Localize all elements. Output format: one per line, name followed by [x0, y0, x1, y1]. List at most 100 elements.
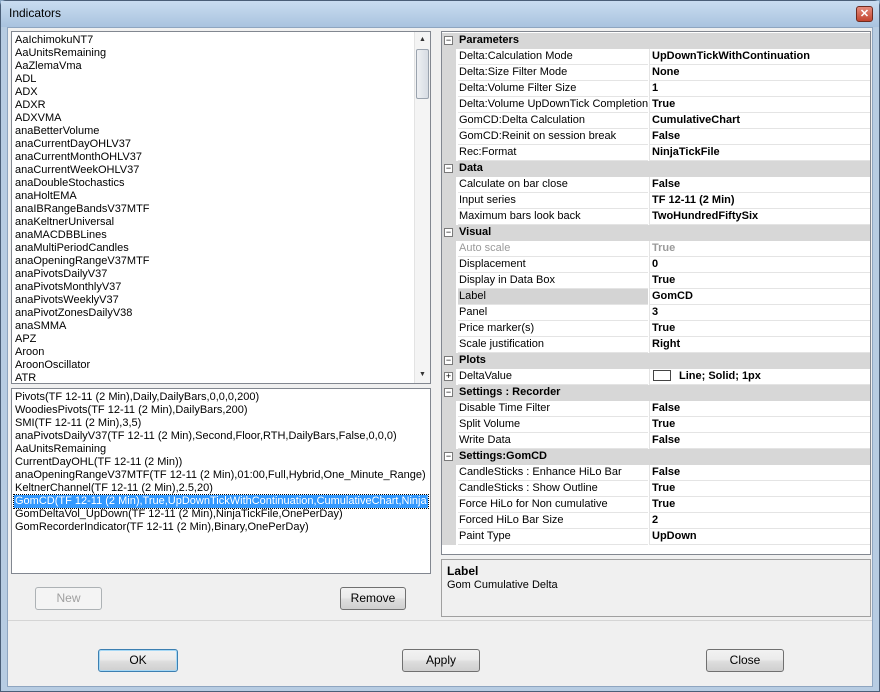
- applied-indicator-item[interactable]: GomRecorderIndicator(TF 12-11 (2 Min),Bi…: [14, 521, 428, 534]
- indicator-list-item[interactable]: AaZlemaVma: [15, 60, 415, 73]
- property-value[interactable]: TF 12-11 (2 Min): [649, 193, 870, 209]
- indicator-list-item[interactable]: AaIchimokuNT7: [15, 34, 415, 47]
- indicator-list-item[interactable]: anaSMMA: [15, 320, 415, 333]
- property-row[interactable]: Write Data False: [442, 433, 870, 449]
- indicator-list-item[interactable]: anaPivotZonesDailyV38: [15, 307, 415, 320]
- property-value[interactable]: GomCD: [649, 289, 870, 305]
- title-bar[interactable]: Indicators ✕: [1, 1, 879, 27]
- property-row[interactable]: Maximum bars look back TwoHundredFiftySix: [442, 209, 870, 225]
- property-value[interactable]: 1: [649, 81, 870, 97]
- applied-indicator-item[interactable]: CurrentDayOHL(TF 12-11 (2 Min)): [14, 456, 428, 469]
- property-value[interactable]: 3: [649, 305, 870, 321]
- property-row[interactable]: Disable Time Filter False: [442, 401, 870, 417]
- property-row[interactable]: Panel 3: [442, 305, 870, 321]
- applied-indicators-list[interactable]: Pivots(TF 12-11 (2 Min),Daily,DailyBars,…: [11, 388, 431, 574]
- property-value[interactable]: True: [649, 497, 870, 513]
- indicator-list-item[interactable]: anaMACDBBLines: [15, 229, 415, 242]
- applied-indicator-item[interactable]: Pivots(TF 12-11 (2 Min),Daily,DailyBars,…: [14, 391, 428, 404]
- property-row[interactable]: Calculate on bar close False: [442, 177, 870, 193]
- applied-indicator-item[interactable]: WoodiesPivots(TF 12-11 (2 Min),DailyBars…: [14, 404, 428, 417]
- indicator-list-item[interactable]: AroonOscillator: [15, 359, 415, 372]
- new-button[interactable]: New: [35, 587, 102, 610]
- applied-indicator-item[interactable]: anaOpeningRangeV37MTF(TF 12-11 (2 Min),0…: [14, 469, 428, 482]
- property-category[interactable]: − Settings : Recorder: [442, 385, 870, 401]
- property-value[interactable]: UpDownTickWithContinuation: [649, 49, 870, 65]
- property-row[interactable]: GomCD:Reinit on session break False: [442, 129, 870, 145]
- indicator-list-item[interactable]: anaBetterVolume: [15, 125, 415, 138]
- property-category[interactable]: − Visual: [442, 225, 870, 241]
- property-row[interactable]: Input series TF 12-11 (2 Min): [442, 193, 870, 209]
- close-button[interactable]: Close: [706, 649, 784, 672]
- indicator-list-item[interactable]: anaPivotsWeeklyV37: [15, 294, 415, 307]
- indicator-list-item[interactable]: AaUnitsRemaining: [15, 47, 415, 60]
- property-row[interactable]: CandleSticks : Show Outline True: [442, 481, 870, 497]
- property-row[interactable]: Delta:Volume UpDownTick Completion True: [442, 97, 870, 113]
- apply-button[interactable]: Apply: [402, 649, 480, 672]
- property-value[interactable]: CumulativeChart: [649, 113, 870, 129]
- indicator-list-item[interactable]: anaHoltEMA: [15, 190, 415, 203]
- property-row[interactable]: Paint Type UpDown: [442, 529, 870, 545]
- available-indicators-list[interactable]: AaIchimokuNT7 AaUnitsRemaining AaZlemaVma A…: [11, 31, 431, 384]
- property-row[interactable]: Label GomCD: [442, 289, 870, 305]
- property-value[interactable]: False: [649, 401, 870, 417]
- indicator-list-item[interactable]: anaPivotsMonthlyV37: [15, 281, 415, 294]
- property-value[interactable]: None: [649, 65, 870, 81]
- indicator-list-item[interactable]: anaCurrentDayOHLV37: [15, 138, 415, 151]
- property-row[interactable]: CandleSticks : Enhance HiLo Bar False: [442, 465, 870, 481]
- property-value[interactable]: Right: [649, 337, 870, 353]
- indicator-list-item[interactable]: anaKeltnerUniversal: [15, 216, 415, 229]
- indicator-list-item[interactable]: ATR: [15, 372, 415, 383]
- property-category[interactable]: − Data: [442, 161, 870, 177]
- property-value[interactable]: True: [649, 241, 870, 257]
- indicator-list-item[interactable]: APZ: [15, 333, 415, 346]
- property-value[interactable]: TwoHundredFiftySix: [649, 209, 870, 225]
- property-row[interactable]: Delta:Volume Filter Size 1: [442, 81, 870, 97]
- property-value[interactable]: True: [649, 97, 870, 113]
- property-value[interactable]: False: [649, 433, 870, 449]
- color-swatch[interactable]: [653, 370, 671, 381]
- property-row[interactable]: Display in Data Box True: [442, 273, 870, 289]
- applied-indicator-item[interactable]: AaUnitsRemaining: [14, 443, 428, 456]
- indicator-list-item[interactable]: anaMultiPeriodCandles: [15, 242, 415, 255]
- property-row[interactable]: Split Volume True: [442, 417, 870, 433]
- applied-indicator-item[interactable]: anaPivotsDailyV37(TF 12-11 (2 Min),Secon…: [14, 430, 428, 443]
- property-value[interactable]: True: [649, 481, 870, 497]
- indicator-list-item[interactable]: ADL: [15, 73, 415, 86]
- indicator-list-item[interactable]: anaPivotsDailyV37: [15, 268, 415, 281]
- indicator-list-scrollbar[interactable]: ▲ ▼: [414, 32, 430, 383]
- indicator-list-item[interactable]: anaOpeningRangeV37MTF: [15, 255, 415, 268]
- scroll-down-arrow-icon[interactable]: ▼: [415, 367, 430, 383]
- property-value[interactable]: 2: [649, 513, 870, 529]
- collapse-icon[interactable]: −: [444, 228, 453, 237]
- property-row[interactable]: Displacement 0: [442, 257, 870, 273]
- property-value[interactable]: Line; Solid; 1px: [649, 369, 870, 385]
- applied-indicator-item[interactable]: GomCD(TF 12-11 (2 Min),True,UpDownTickWi…: [13, 494, 429, 509]
- property-value[interactable]: NinjaTickFile: [649, 145, 870, 161]
- property-value[interactable]: UpDown: [649, 529, 870, 545]
- remove-button[interactable]: Remove: [340, 587, 406, 610]
- collapse-icon[interactable]: −: [444, 452, 453, 461]
- indicator-list-item[interactable]: anaCurrentWeekOHLV37: [15, 164, 415, 177]
- property-row[interactable]: Auto scale True: [442, 241, 870, 257]
- applied-indicator-item[interactable]: KeltnerChannel(TF 12-11 (2 Min),2.5,20): [14, 482, 428, 495]
- scroll-thumb[interactable]: [416, 49, 429, 99]
- property-row[interactable]: Scale justification Right: [442, 337, 870, 353]
- indicator-list-item[interactable]: anaDoubleStochastics: [15, 177, 415, 190]
- property-row[interactable]: Delta:Calculation Mode UpDownTickWithCont…: [442, 49, 870, 65]
- expand-icon[interactable]: +: [444, 372, 453, 381]
- property-value[interactable]: False: [649, 177, 870, 193]
- applied-indicator-item[interactable]: SMI(TF 12-11 (2 Min),3,5): [14, 417, 428, 430]
- property-value[interactable]: False: [649, 465, 870, 481]
- property-row[interactable]: Price marker(s) True: [442, 321, 870, 337]
- collapse-icon[interactable]: −: [444, 356, 453, 365]
- collapse-icon[interactable]: −: [444, 388, 453, 397]
- property-category[interactable]: − Plots: [442, 353, 870, 369]
- property-row[interactable]: + DeltaValue Line; Solid; 1px: [442, 369, 870, 385]
- indicator-list-item[interactable]: ADXVMA: [15, 112, 415, 125]
- property-category[interactable]: − Parameters: [442, 33, 870, 49]
- property-category[interactable]: − Settings:GomCD: [442, 449, 870, 465]
- property-value[interactable]: False: [649, 129, 870, 145]
- collapse-icon[interactable]: −: [444, 164, 453, 173]
- property-row[interactable]: GomCD:Delta Calculation CumulativeChart: [442, 113, 870, 129]
- indicator-list-item[interactable]: Aroon: [15, 346, 415, 359]
